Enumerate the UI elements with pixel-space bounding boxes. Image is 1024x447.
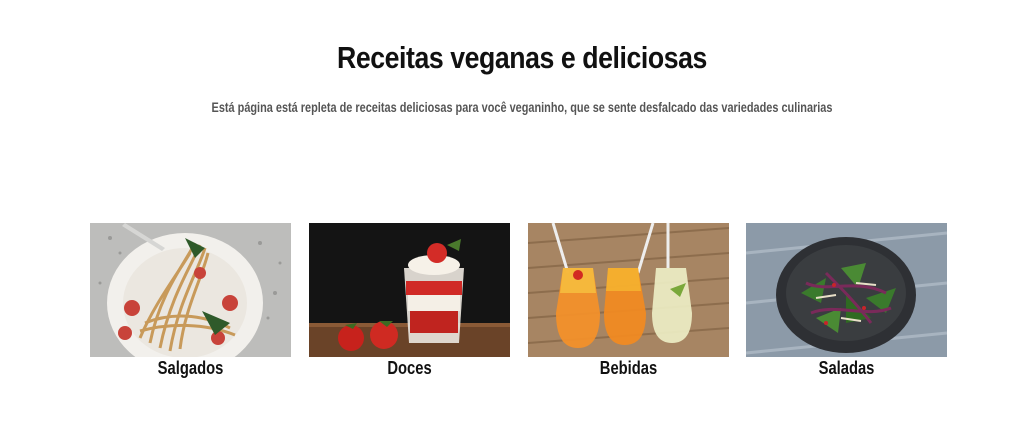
salad-bowl-image[interactable] bbox=[746, 223, 947, 357]
category-label-saladas[interactable]: Saladas bbox=[764, 358, 929, 379]
category-card-bebidas[interactable]: Bebidas bbox=[528, 223, 729, 379]
juice-drinks-image[interactable] bbox=[528, 223, 729, 357]
category-card-doces[interactable]: Doces bbox=[309, 223, 510, 379]
pasta-dish-image[interactable] bbox=[90, 223, 291, 357]
category-label-bebidas[interactable]: Bebidas bbox=[546, 358, 711, 379]
category-label-doces[interactable]: Doces bbox=[327, 358, 492, 379]
page: Receitas veganas e deliciosas Está págin… bbox=[0, 0, 1024, 447]
category-card-saladas[interactable]: Saladas bbox=[746, 223, 947, 379]
category-card-salgados[interactable]: Salgados bbox=[90, 223, 291, 379]
strawberry-dessert-image[interactable] bbox=[309, 223, 510, 357]
page-title: Receitas veganas e deliciosas bbox=[337, 40, 707, 75]
category-label-salgados[interactable]: Salgados bbox=[108, 358, 273, 379]
page-subtitle: Está página está repleta de receitas del… bbox=[211, 99, 833, 115]
